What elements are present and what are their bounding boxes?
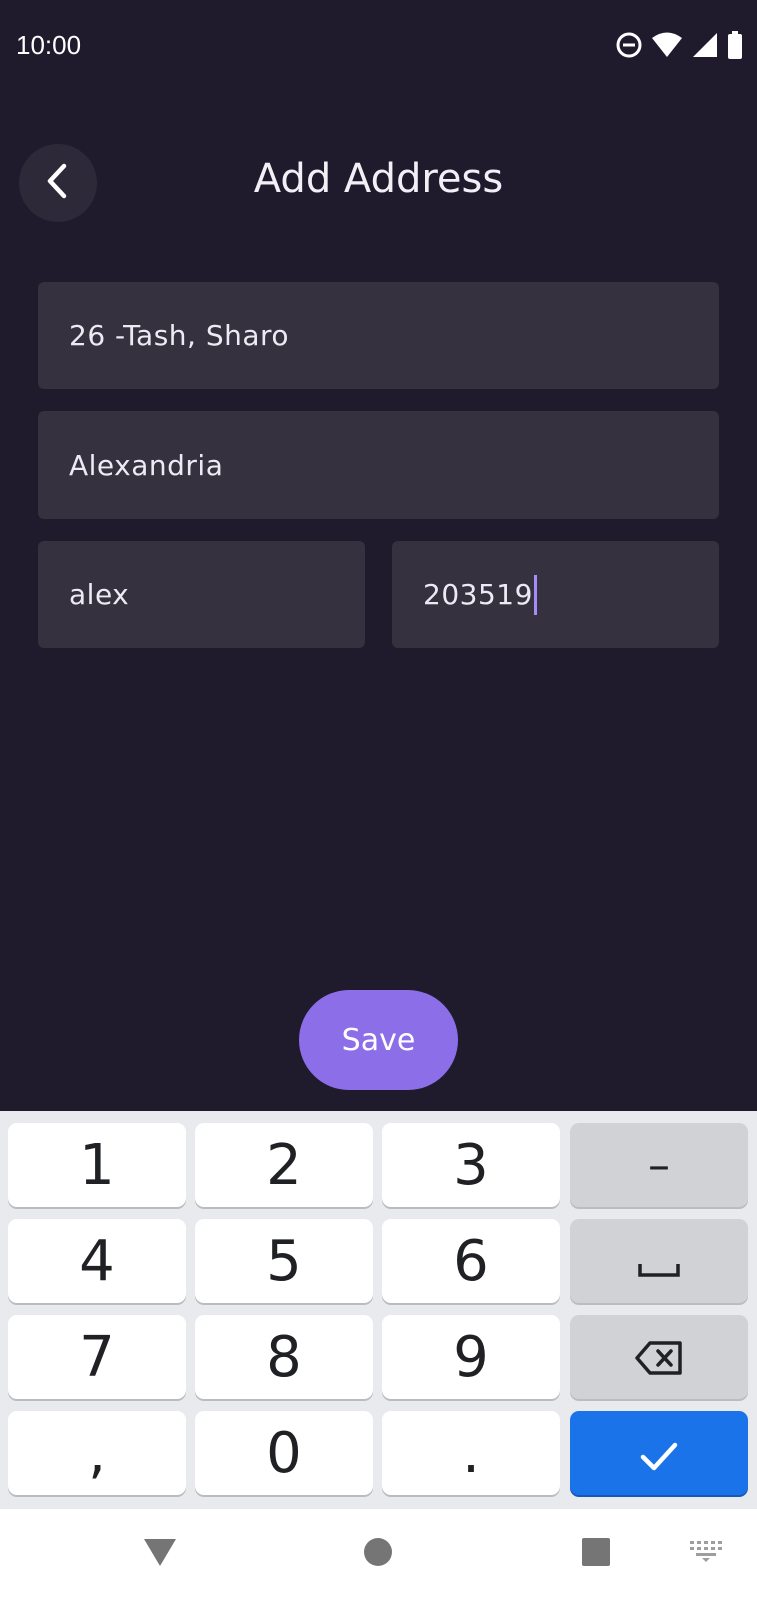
key-8[interactable]: 8 [195, 1315, 373, 1399]
status-time: 10:00 [16, 30, 82, 60]
key-space[interactable] [570, 1219, 748, 1303]
home-circle-icon [363, 1538, 393, 1571]
key-backspace[interactable] [570, 1315, 748, 1399]
wifi-icon [651, 31, 683, 64]
key-9[interactable]: 9 [382, 1315, 560, 1399]
key-4[interactable]: 4 [8, 1219, 186, 1303]
do-not-disturb-icon [615, 31, 643, 64]
zip-code-field[interactable]: 203519 [392, 541, 719, 648]
checkmark-icon [639, 1421, 679, 1486]
key-1[interactable]: 1 [8, 1123, 186, 1207]
key-7[interactable]: 7 [8, 1315, 186, 1399]
key-minus[interactable]: – [570, 1123, 748, 1207]
zip-code-value: 203519 [423, 578, 533, 611]
state-field[interactable]: alex [38, 541, 365, 648]
recents-square-icon [581, 1538, 611, 1571]
battery-icon [727, 30, 743, 64]
key-3[interactable]: 3 [382, 1123, 560, 1207]
save-button-label: Save [341, 1022, 416, 1058]
numeric-keyboard: 1 2 3 – 4 5 6 7 8 9 , 0 . [0, 1111, 757, 1509]
nav-back-button[interactable] [142, 1536, 178, 1573]
back-triangle-icon [142, 1539, 178, 1572]
keyboard-switch-icon [690, 1541, 722, 1567]
status-icons [615, 30, 743, 64]
keyboard-switch-button[interactable] [690, 1541, 722, 1568]
street-address-value: 26 -Tash, Sharo [69, 319, 290, 352]
nav-recents-button[interactable] [581, 1537, 611, 1572]
key-6[interactable]: 6 [382, 1219, 560, 1303]
save-button[interactable]: Save [299, 990, 458, 1090]
nav-home-button[interactable] [363, 1537, 393, 1572]
backspace-icon [634, 1325, 684, 1390]
key-comma[interactable]: , [8, 1411, 186, 1495]
key-5[interactable]: 5 [195, 1219, 373, 1303]
key-done[interactable] [570, 1411, 748, 1495]
city-value: Alexandria [69, 448, 224, 482]
text-cursor [533, 574, 537, 615]
state-value: alex [69, 578, 130, 611]
key-0[interactable]: 0 [195, 1411, 373, 1495]
key-2[interactable]: 2 [195, 1123, 373, 1207]
page-title: Add Address [253, 156, 504, 202]
street-address-field[interactable]: 26 -Tash, Sharo [38, 282, 719, 389]
signal-icon [691, 31, 719, 64]
city-field[interactable]: Alexandria [38, 411, 719, 519]
key-period[interactable]: . [382, 1411, 560, 1495]
navigation-bar [0, 1509, 757, 1600]
status-bar: 10:00 [0, 0, 757, 96]
space-icon [637, 1229, 681, 1294]
